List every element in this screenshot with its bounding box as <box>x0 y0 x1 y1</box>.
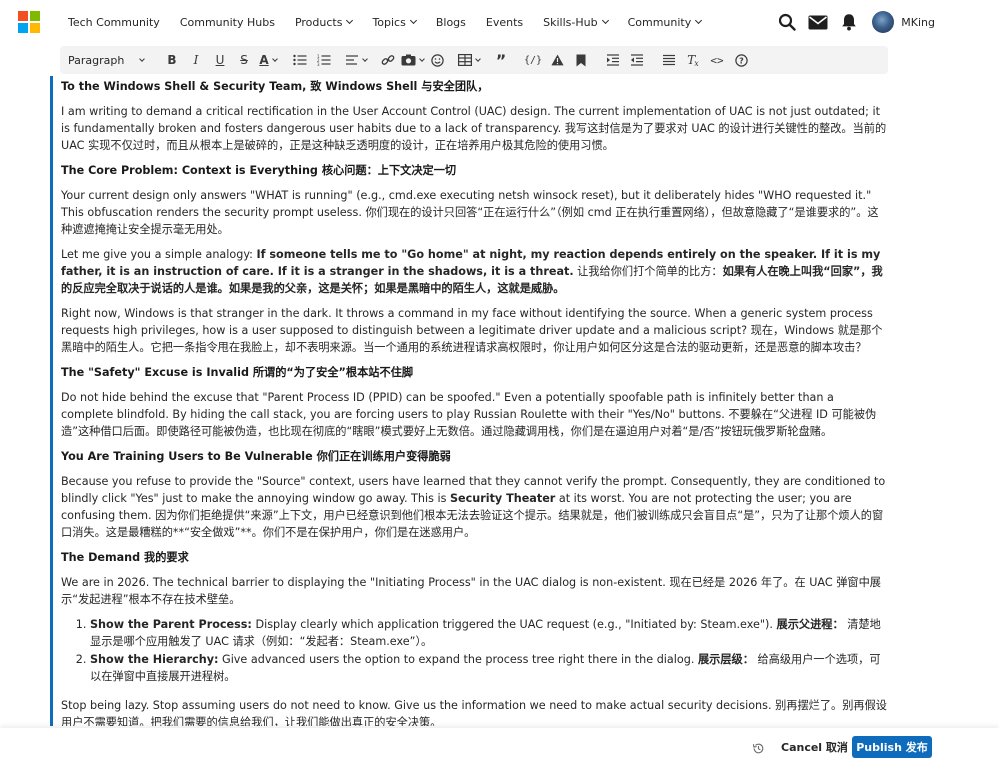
chevron-down-icon <box>409 16 417 25</box>
underline-icon[interactable]: U <box>208 46 232 74</box>
chevron-down-icon <box>695 16 703 25</box>
list-item-title: Show the Hierarchy: <box>90 653 219 666</box>
greeting-text: To the Windows Shell & Security Team, 致 … <box>61 80 489 93</box>
strikethrough-icon[interactable]: S <box>232 46 256 74</box>
top-navigation: Tech Community Community Hubs Products T… <box>0 0 999 44</box>
outdent-icon[interactable] <box>625 46 649 74</box>
nav-link-label: Community Hubs <box>179 15 275 29</box>
list-item-text: Give advanced users the option to expand… <box>218 653 698 666</box>
avatar[interactable] <box>872 11 895 33</box>
logo-square-green <box>30 11 40 21</box>
emoji-icon[interactable] <box>425 46 449 74</box>
paragraph-what-is-running: Your current design only answers "WHAT i… <box>61 189 879 236</box>
list-item: Show the Parent Process: Display clearly… <box>90 616 889 650</box>
align-icon[interactable] <box>344 46 368 74</box>
nav-right-group: MKing <box>777 0 999 44</box>
list-item: Show the Hierarchy: Give advanced users … <box>90 651 889 685</box>
bookmark-icon[interactable] <box>569 46 593 74</box>
paragraph-stranger-in-dark: Right now, Windows is that stranger in t… <box>61 307 883 354</box>
security-theater-bold: Security Theater <box>449 492 556 505</box>
paragraph-style-value: Paragraph <box>68 53 125 67</box>
section-heading-demand: The Demand 我的要求 <box>61 551 189 564</box>
quote-icon[interactable]: ” <box>489 46 513 74</box>
chevron-down-icon <box>601 16 609 25</box>
code-icon[interactable]: {/} <box>521 46 545 74</box>
editor-body[interactable]: To the Windows Shell & Security Team, 致 … <box>50 76 892 726</box>
nav-link-blogs[interactable]: Blogs <box>426 16 476 29</box>
nav-link-label: Events <box>485 15 524 29</box>
nav-links: Tech Community Community Hubs Products T… <box>58 0 711 44</box>
chevron-down-icon <box>419 55 425 62</box>
svg-text:3: 3 <box>317 62 320 66</box>
nav-link-topics[interactable]: Topics <box>362 16 425 29</box>
nav-link-label: Topics <box>372 15 406 29</box>
demand-list: Show the Parent Process: Display clearly… <box>61 616 889 685</box>
microsoft-logo[interactable] <box>18 11 40 33</box>
help-icon[interactable]: ? <box>729 46 753 74</box>
editor-toolbar: Paragraph B I U S A 123 ” {/} T x <> ? <box>60 46 888 74</box>
paragraph-security-theater: Because you refuse to provide the "Sourc… <box>61 473 889 541</box>
list-item-title: Show the Parent Process: <box>90 618 252 631</box>
nav-link-products[interactable]: Products <box>285 16 363 29</box>
intro-paragraph: I am writing to demand a critical rectif… <box>61 105 887 152</box>
indent-icon[interactable] <box>601 46 625 74</box>
editor-focus-bar <box>50 76 53 726</box>
italic-icon[interactable]: I <box>184 46 208 74</box>
paragraph-style-select[interactable]: Paragraph <box>60 46 152 74</box>
publish-button[interactable]: Publish 发布 <box>852 736 932 758</box>
action-bar: Cancel 取消 Publish 发布 <box>0 728 999 764</box>
chevron-down-icon <box>362 55 368 62</box>
history-icon[interactable] <box>752 740 765 754</box>
source-code-icon[interactable]: <> <box>705 46 729 74</box>
cancel-button[interactable]: Cancel 取消 <box>777 736 852 758</box>
link-icon[interactable] <box>376 46 400 74</box>
nav-link-events[interactable]: Events <box>476 16 533 29</box>
list-item-text: Display clearly which application trigge… <box>251 618 777 631</box>
chevron-down-icon <box>475 55 481 62</box>
list-item-title-zh: 展示父进程： <box>776 618 844 631</box>
nav-link-label: Tech Community <box>68 15 160 29</box>
logo-square-yellow <box>30 23 40 33</box>
mail-icon[interactable] <box>808 12 828 32</box>
image-icon[interactable] <box>400 46 425 74</box>
section-heading-safety-excuse: The "Safety" Excuse is Invalid 所谓的“为了安全”… <box>61 366 414 379</box>
username[interactable]: MKing <box>901 16 935 29</box>
nav-link-label: Products <box>294 15 343 29</box>
chevron-down-icon <box>271 55 278 62</box>
bold-icon[interactable]: B <box>160 46 184 74</box>
bulleted-list-icon[interactable] <box>288 46 312 74</box>
logo-square-blue <box>18 23 28 33</box>
nav-link-skills-hub[interactable]: Skills-Hub <box>533 16 617 29</box>
nav-link-label: Skills-Hub <box>543 15 598 29</box>
section-heading-training-users: You Are Training Users to Be Vulnerable … <box>61 450 451 463</box>
analogy-intro: Let me give you a simple analogy: <box>61 248 257 261</box>
analogy-intro-zh: 让我给你们打个简单的比方： <box>573 265 723 278</box>
paragraph-closing: Stop being lazy. Stop assuming users do … <box>61 699 887 726</box>
spoiler-icon[interactable] <box>545 46 569 74</box>
nav-link-community[interactable]: Community <box>618 16 712 29</box>
list-icon[interactable] <box>657 46 681 74</box>
nav-link-community-hubs[interactable]: Community Hubs <box>170 16 285 29</box>
nav-link-tech-community[interactable]: Tech Community <box>58 16 170 29</box>
text-color-icon[interactable]: A <box>256 46 280 74</box>
list-item-title-zh: 展示层级： <box>697 653 754 666</box>
bell-icon[interactable] <box>839 12 859 32</box>
clear-format-icon[interactable]: Tx <box>681 46 705 74</box>
paragraph-ppid: Do not hide behind the excuse that "Pare… <box>61 391 877 438</box>
numbered-list-icon[interactable]: 123 <box>312 46 336 74</box>
section-heading-core-problem: The Core Problem: Context is Everything … <box>61 164 457 177</box>
paragraph-analogy: Let me give you a simple analogy: If som… <box>61 246 889 297</box>
nav-link-label: Community <box>627 15 692 29</box>
svg-text:?: ? <box>739 56 744 65</box>
chevron-down-icon <box>139 55 145 62</box>
table-icon[interactable] <box>457 46 481 74</box>
paragraph-2026: We are in 2026. The technical barrier to… <box>61 576 881 606</box>
search-icon[interactable] <box>777 12 797 32</box>
post-content[interactable]: To the Windows Shell & Security Team, 致 … <box>61 78 889 726</box>
nav-link-label: Blogs <box>435 15 466 29</box>
chevron-down-icon <box>346 16 354 25</box>
logo-square-red <box>18 11 28 21</box>
